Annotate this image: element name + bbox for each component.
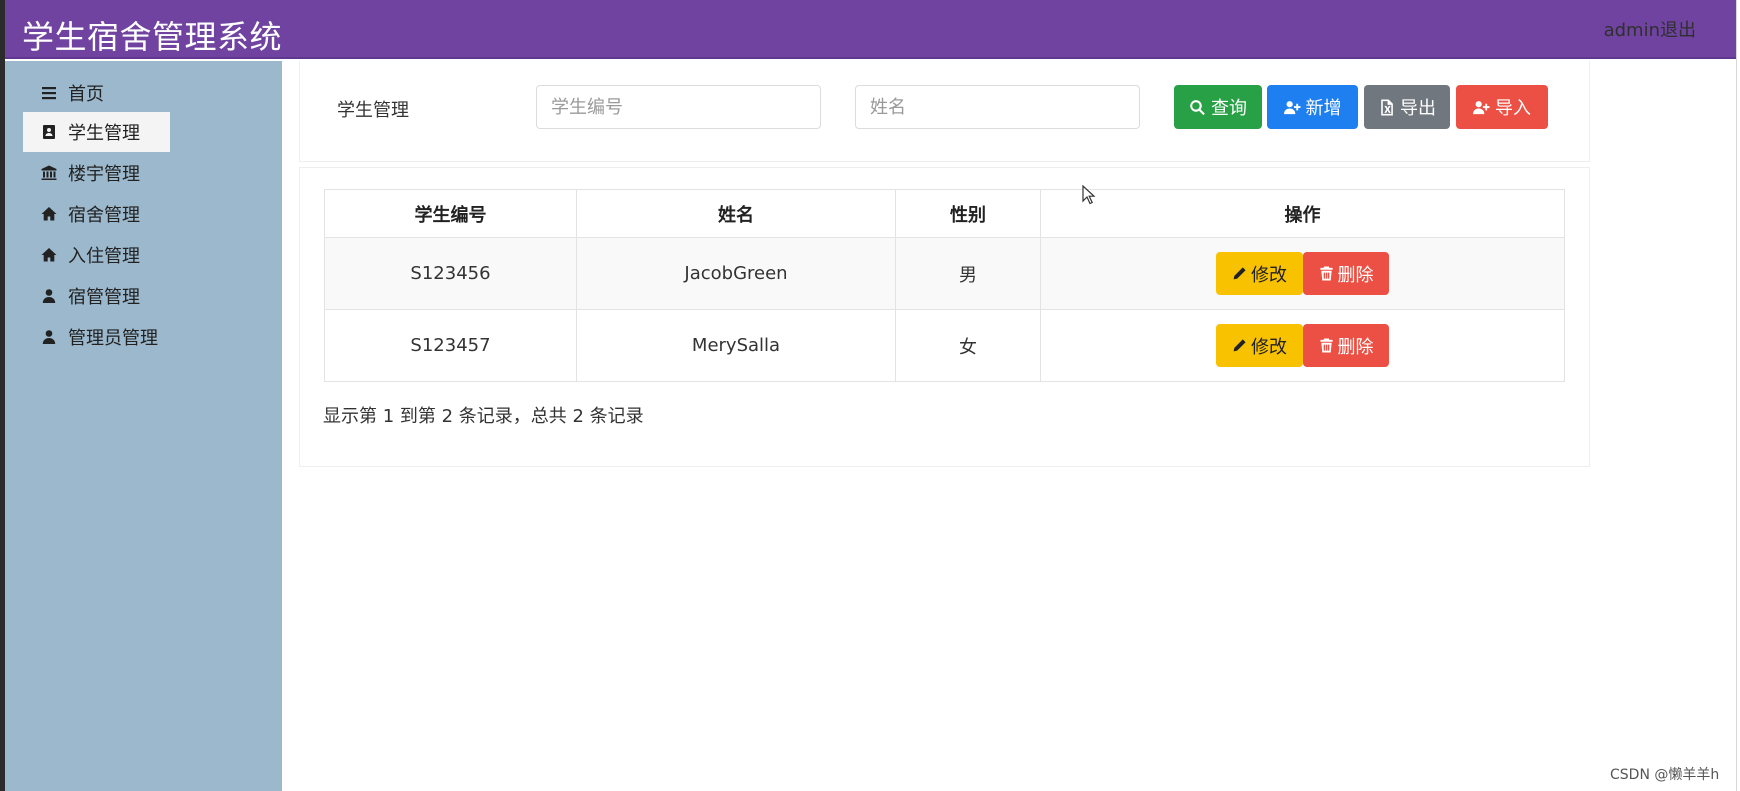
edit-button[interactable]: 修改: [1216, 324, 1303, 367]
edit-button-label: 修改: [1251, 336, 1287, 358]
delete-button-label: 删除: [1337, 264, 1374, 286]
edit-button-label: 修改: [1251, 264, 1287, 286]
user-icon: [40, 287, 58, 305]
logout-link[interactable]: admin退出: [1604, 16, 1696, 42]
delete-button[interactable]: 删除: [1303, 324, 1389, 367]
cell-gender: 男: [895, 237, 1041, 310]
sidebar-item-label: 宿舍管理: [68, 205, 140, 226]
column-header: 操作: [1040, 189, 1565, 238]
pencil-icon: [1233, 339, 1246, 352]
sidebar-item-students[interactable]: 学生管理: [23, 112, 170, 152]
bars-icon: [40, 84, 58, 102]
user-plus-icon: [1283, 100, 1301, 114]
cell-student-no: S123457: [324, 309, 577, 382]
sidebar-item-checkin[interactable]: 入住管理: [23, 235, 170, 275]
sidebar-item-label: 管理员管理: [68, 328, 158, 349]
pagination-info: 显示第 1 到第 2 条记录，总共 2 条记录: [323, 406, 644, 427]
id-card-icon: [40, 123, 58, 141]
edit-button[interactable]: 修改: [1216, 252, 1303, 295]
delete-button-label: 删除: [1337, 336, 1374, 358]
export-button[interactable]: 导出: [1364, 85, 1450, 129]
sidebar-item-admins[interactable]: 管理员管理: [23, 317, 223, 357]
sidebar-item-label: 入住管理: [68, 246, 140, 267]
sidebar-item-dorm-managers[interactable]: 宿管管理: [23, 276, 170, 316]
bank-icon: [40, 164, 58, 182]
import-button-label: 导入: [1495, 98, 1531, 119]
cell-actions: 修改 删除: [1040, 309, 1565, 382]
sidebar-item-label: 宿管管理: [68, 287, 140, 308]
pencil-icon: [1233, 267, 1246, 280]
cell-actions: 修改 删除: [1040, 237, 1565, 310]
table-row: S123456 JacobGreen 男 修改 删除: [324, 237, 1565, 310]
query-button[interactable]: 查询: [1174, 85, 1262, 129]
file-excel-icon: [1381, 99, 1393, 115]
student-no-input[interactable]: [536, 85, 821, 129]
trash-icon: [1319, 338, 1333, 353]
mouse-cursor-icon: [1082, 185, 1096, 205]
home-icon: [40, 205, 58, 223]
sidebar-item-label: 学生管理: [68, 123, 140, 144]
sidebar: 首页 学生管理 楼宇管理 宿舍管理 入住管理 宿管管理 管理员管理: [5, 61, 282, 791]
table-header-row: 学生编号 姓名 性别 操作: [324, 189, 1565, 238]
sidebar-item-label: 首页: [68, 84, 104, 105]
window-right-edge: [1736, 0, 1740, 791]
search-icon: [1190, 99, 1205, 115]
name-input[interactable]: [855, 85, 1140, 129]
app-window: 学生宿舍管理系统 admin退出 首页 学生管理 楼宇管理 宿舍管理 入住管理 …: [0, 0, 1740, 791]
column-header[interactable]: 学生编号: [324, 189, 577, 238]
cell-name: MerySalla: [576, 309, 896, 382]
delete-button[interactable]: 删除: [1303, 252, 1389, 295]
app-title: 学生宿舍管理系统: [22, 18, 283, 56]
sidebar-item-buildings[interactable]: 楼宇管理: [23, 153, 170, 193]
sidebar-item-home[interactable]: 首页: [23, 73, 170, 113]
cell-name: JacobGreen: [576, 237, 896, 310]
user-plus-icon: [1473, 100, 1490, 114]
students-table: 学生编号 姓名 性别 操作 S123456 JacobGreen 男 修改 删除…: [324, 189, 1565, 382]
section-title: 学生管理: [337, 100, 409, 121]
top-header: 学生宿舍管理系统 admin退出: [5, 0, 1738, 59]
cell-gender: 女: [895, 309, 1041, 382]
cell-student-no: S123456: [324, 237, 577, 310]
export-button-label: 导出: [1400, 98, 1436, 119]
add-button[interactable]: 新增: [1267, 85, 1358, 129]
user-icon: [40, 328, 58, 346]
query-button-label: 查询: [1211, 98, 1247, 119]
sidebar-item-label: 楼宇管理: [68, 164, 140, 185]
column-header[interactable]: 性别: [895, 189, 1041, 238]
table-row: S123457 MerySalla 女 修改 删除: [324, 309, 1565, 382]
import-button[interactable]: 导入: [1456, 85, 1548, 129]
trash-icon: [1319, 266, 1333, 281]
sidebar-item-dorms[interactable]: 宿舍管理: [23, 194, 170, 234]
watermark: CSDN @懒羊羊h: [1610, 767, 1720, 783]
column-header[interactable]: 姓名: [576, 189, 896, 238]
home-icon: [40, 246, 58, 264]
add-button-label: 新增: [1305, 98, 1342, 119]
